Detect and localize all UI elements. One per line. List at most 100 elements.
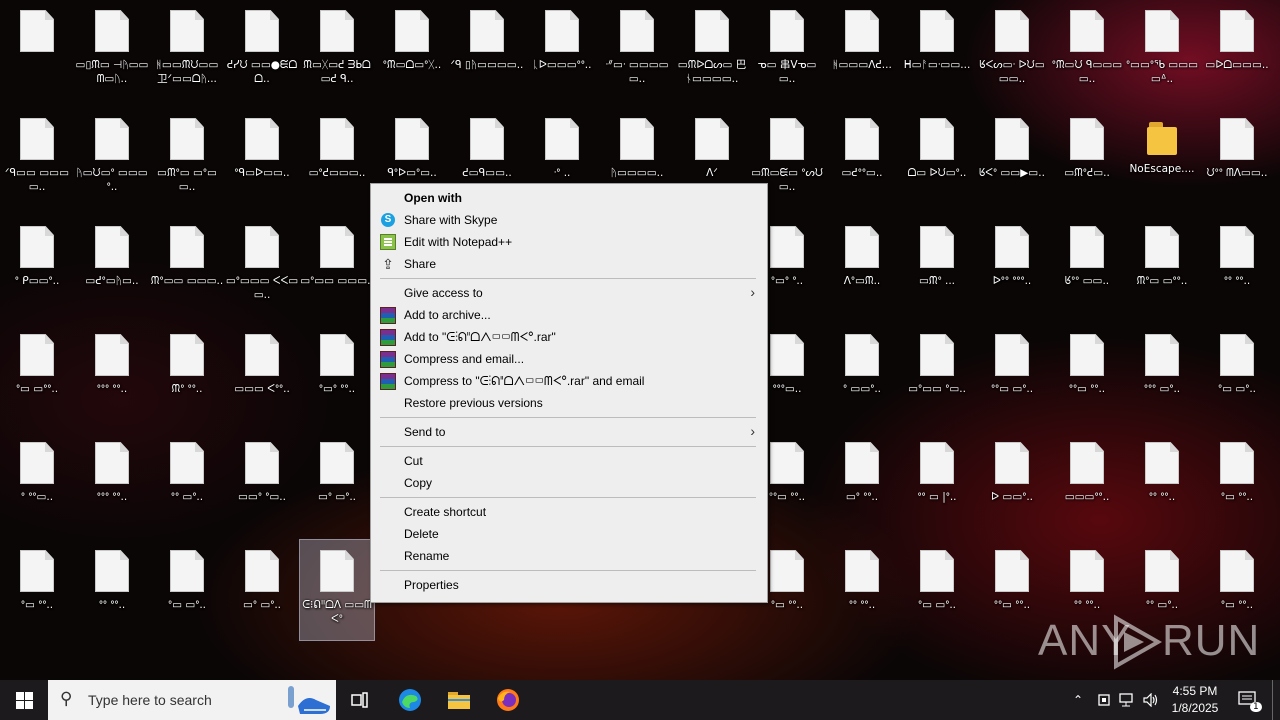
menu-item-restore-previous-versions[interactable]: Restore previous versions <box>371 392 767 414</box>
desktop-file[interactable]: ᐤ▭ ▭ᐤ.. <box>900 540 974 640</box>
show-hidden-icons-button[interactable]: ⌃ <box>1068 680 1088 720</box>
menu-item-compress-and-email[interactable]: Compress and email... <box>371 348 767 370</box>
menu-item-share[interactable]: ⇪ Share <box>371 253 767 275</box>
desktop-file[interactable]: ᙏ▭ᚷ▭ᕍ ᗱᖯᗝ▭ᕍ ᑫ.. <box>300 0 374 100</box>
taskbar-search-box[interactable]: ⚲ Type here to search <box>48 680 336 720</box>
desktop-file[interactable]: ᕼ▭ᚨ▭ᐧ▭▭... <box>900 0 974 100</box>
desktop-file[interactable]: ᐤᐤ ᐤᐤ.. <box>1125 432 1199 532</box>
desktop-file[interactable]: ᐤᐤ ▭ᐤ.. <box>150 432 224 532</box>
desktop-file[interactable]: ▭▯ᙏ▭ ⊣ᚤ▭▭ᗰ▭ᚢ.. <box>75 0 149 100</box>
menu-item-compress-to-rar-and-email[interactable]: Compress to "ᕮ⁝ᕠᐦᗝᐱ▭▭ᗰᐸᐤ.rar" and email <box>371 370 767 392</box>
action-center-button[interactable]: 1 <box>1234 680 1262 720</box>
start-button[interactable] <box>0 680 48 720</box>
file-explorer-taskbar-button[interactable] <box>439 680 479 720</box>
desktop-file[interactable]: ᙏᐤ ᐤᐤ.. <box>150 324 224 424</box>
desktop-file[interactable]: ᐤᐤ ▭ |ᐤ.. <box>900 432 974 532</box>
menu-item-share-with-skype[interactable]: S Share with Skype <box>371 209 767 231</box>
desktop-file[interactable]: ᗝ▭ ᐅᙀ▭ᐤ.. <box>900 108 974 208</box>
desktop-file[interactable]: ᐤᐤ ᐤᐤ.. <box>75 540 149 640</box>
menu-item-open-with[interactable]: Open with <box>371 187 767 209</box>
volume-button[interactable] <box>1141 680 1161 720</box>
desktop-file[interactable]: ▭ᙏᐅᗝᔕ▭ 巴ᚾ▭▭▭▭.. <box>675 0 749 100</box>
desktop-file[interactable]: ▭ᐤ ᐤᐤ.. <box>825 432 899 532</box>
desktop-file[interactable]: ᐤᙏ▭ᗝ▭ᐤᚷ.. <box>375 0 449 100</box>
desktop-file[interactable]: ᐟᑫ▭▭ ▭▭▭▭.. <box>0 108 74 208</box>
desktop-file[interactable]: ᐤ▭ ᐤᐤ.. <box>1200 432 1274 532</box>
desktop-file[interactable]: ᐅ ▭▭ᐤ.. <box>975 432 1049 532</box>
menu-item-rename[interactable]: Rename <box>371 545 767 567</box>
desktop-file[interactable]: ᐱᐤ▭ᙏ.. <box>825 216 899 316</box>
desktop-file[interactable]: ᐤ▭ᐤ ᐤᐤ.. <box>300 324 374 424</box>
desktop-file[interactable]: ᐅᐤᐤ ᐤᐤᐤ.. <box>975 216 1049 316</box>
desktop-file[interactable]: ᙏᐤ▭ ▭ᐤᐤ.. <box>1125 216 1199 316</box>
desktop-file[interactable]: ▭ᐤ▭▭ ▭▭▭.. <box>300 216 374 316</box>
desktop-file[interactable]: ▭▭▭ ᐸᐤᐤ.. <box>225 324 299 424</box>
desktop-file[interactable]: ᐤᐤᐤ ᐤᐤ.. <box>75 432 149 532</box>
desktop-file[interactable]: ᐤ▭ ᐤᐤ.. <box>0 540 74 640</box>
desktop-file[interactable]: ᐧᐥ▭ᐧ ▭▭▭▭▭.. <box>600 0 674 100</box>
desktop-icon-label: ▭▭▭ᐤᐤ.. <box>1064 491 1110 503</box>
desktop-file[interactable]: ᐤᐤ▭ ᐤᐤ.. <box>1050 324 1124 424</box>
desktop-file[interactable]: ᐤ▭ ▭ᐤ.. <box>1200 324 1274 424</box>
desktop-file[interactable]: ▭ᐤ▭▭ ᐤ▭.. <box>900 324 974 424</box>
desktop-file[interactable]: ▭▭ᐤ ᐤ▭.. <box>225 432 299 532</box>
clock[interactable]: 4:55 PM 1/8/2025 <box>1162 683 1228 717</box>
desktop-icon-label: ᐟᑫ▭▭ ▭▭▭▭.. <box>5 167 69 193</box>
menu-item-copy[interactable]: Copy <box>371 472 767 494</box>
desktop-file[interactable]: ᐤᑫ▭ᐅ▭▭.. <box>225 108 299 208</box>
desktop-file[interactable]: ▭ᐤ▭▭▭ ᐸᐸ▭▭.. <box>225 216 299 316</box>
desktop-file[interactable]: ᚤ▭ᙀ▭ᐤ ▭▭▭ᐤ.. <box>75 108 149 208</box>
desktop-file[interactable]: ᐤ▭ ▭ᐤ.. <box>150 540 224 640</box>
menu-item-add-to-archive[interactable]: Add to archive... <box>371 304 767 326</box>
menu-item-add-to-rar[interactable]: Add to "ᕮ⁝ᕠᐦᗝᐱ▭▭ᗰᐸᐤ.rar" <box>371 326 767 348</box>
desktop-file[interactable]: ᐤᐤ ᐤᐤ.. <box>1200 216 1274 316</box>
desktop-file[interactable]: ᐤᐤ ᐤᐤ.. <box>825 540 899 640</box>
desktop-file[interactable]: ᖉᐸᐤ ▭▭▶▭.. <box>975 108 1049 208</box>
desktop-file[interactable]: ▭ᐤᕍ▭▭▭.. <box>300 108 374 208</box>
desktop-file[interactable]: ▭ᙏᐤ▭ ▭ᐤ▭▭.. <box>150 108 224 208</box>
menu-item-cut[interactable]: Cut <box>371 450 767 472</box>
desktop-file[interactable]: ▭▭▭ᐤᐤ.. <box>1050 432 1124 532</box>
tray-device-icon[interactable] <box>1094 680 1114 720</box>
menu-item-delete[interactable]: Delete <box>371 523 767 545</box>
desktop-file[interactable]: ▭ᙏᐤᕍ▭.. <box>1050 108 1124 208</box>
desktop-file[interactable]: ᚻ▭▭▭ᐱᕍ... <box>825 0 899 100</box>
desktop-file[interactable]: ᙏᐤ▭▭ ▭▭▭.. <box>150 216 224 316</box>
desktop-file[interactable]: ᐤ▭▭ᐤᖃ ▭▭▭▭ᐞ.. <box>1125 0 1199 100</box>
desktop-file[interactable]: ᙀᐤᐤ ᗰᐱ▭▭.. <box>1200 108 1274 208</box>
desktop-file[interactable]: ᖉᐤᐤ ▭▭.. <box>1050 216 1124 316</box>
desktop-file[interactable]: ▭ᕍᐤ▭ᚤ▭.. <box>75 216 149 316</box>
desktop-file[interactable]: ᐤᐤᐤ ▭ᐤ.. <box>1125 324 1199 424</box>
desktop-file[interactable]: ᚳᐅ▭▭▭ᐤᐤ.. <box>525 0 599 100</box>
desktop-file[interactable]: ᖉᐸᔕ▭ᐧ ᐅᙀ▭▭▭.. <box>975 0 1049 100</box>
menu-item-create-shortcut[interactable]: Create shortcut <box>371 501 767 523</box>
menu-item-send-to[interactable]: Send to › <box>371 421 767 443</box>
desktop-file[interactable]: ᕍᓯᙀ ▭▭●ᙓᗝᗝ.. <box>225 0 299 100</box>
desktop-file[interactable]: ▭ᐤ ▭ᐤ.. <box>225 540 299 640</box>
desktop-file[interactable]: ᐤ ᑭ▭▭ᐤ.. <box>0 216 74 316</box>
desktop-file[interactable] <box>0 0 74 100</box>
desktop-file[interactable]: ▭ᐅᗝ▭▭▭.. <box>1200 0 1274 100</box>
menu-item-edit-with-notepad[interactable]: Edit with Notepad++ <box>371 231 767 253</box>
desktop-file[interactable]: ▭ᕍᐤᐤ▭.. <box>825 108 899 208</box>
desktop-file[interactable]: ᚻ▭▭ᙏᙀ▭▭ 卫ᐟ▭▭ᗝᚤ... <box>150 0 224 100</box>
network-button[interactable] <box>1117 680 1137 720</box>
desktop-file[interactable]: ▭ᙏᐤ ... <box>900 216 974 316</box>
desktop-file[interactable]: ᐤ▭ ▭ᐤᐤ.. <box>0 324 74 424</box>
desktop-file[interactable]: ᓀ▭ 串ᐯᓀ▭▭.. <box>750 0 824 100</box>
menu-item-give-access-to[interactable]: Give access to › <box>371 282 767 304</box>
desktop-file[interactable]: ᐟᑫ ▯ᚤ▭▭▭▭.. <box>450 0 524 100</box>
desktop-file[interactable]: ᐤᐤ▭ ▭ᐤ.. <box>975 324 1049 424</box>
desktop-folder[interactable]: NoEscape.... <box>1125 108 1199 208</box>
desktop-file[interactable]: ᐤ ▭▭ᐤ.. <box>825 324 899 424</box>
task-view-button[interactable] <box>340 680 380 720</box>
desktop-file[interactable]: ᐤᙏ▭ᙀ ᑫ▭▭▭▭.. <box>1050 0 1124 100</box>
desktop-file[interactable]: ▭ᐤ ▭ᐤ.. <box>300 432 374 532</box>
show-desktop-button[interactable] <box>1272 680 1273 720</box>
edge-taskbar-button[interactable] <box>390 680 430 720</box>
desktop-file[interactable]: ᐤ ᐤᐤ▭.. <box>0 432 74 532</box>
firefox-taskbar-button[interactable] <box>488 680 528 720</box>
desktop-file[interactable]: ᐤᐤᐤ ᐤᐤ.. <box>75 324 149 424</box>
desktop-file[interactable]: ᕮ⁝ᕠᐦᗝᐱ ▭▭ᗰᐸᐤ <box>299 539 375 641</box>
menu-item-properties[interactable]: Properties <box>371 574 767 596</box>
